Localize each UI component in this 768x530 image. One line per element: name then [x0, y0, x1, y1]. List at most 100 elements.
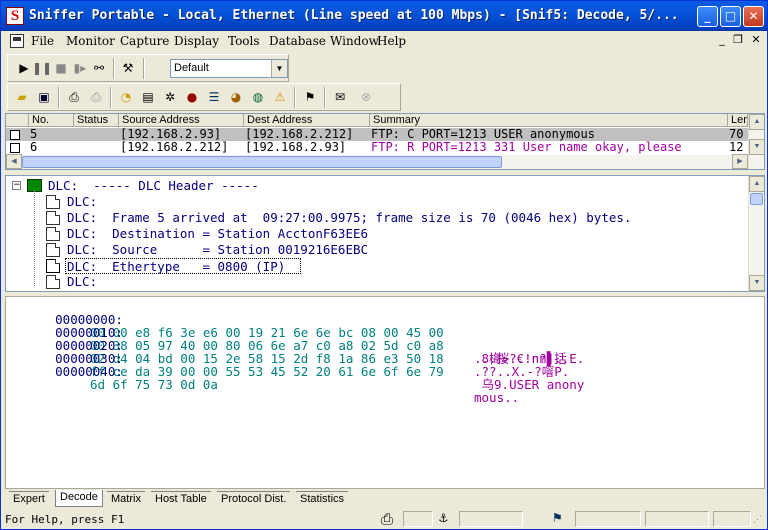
- menu-file[interactable]: File: [31, 34, 54, 48]
- close-button[interactable]: ✕: [743, 6, 764, 27]
- menu-tools[interactable]: Tools: [228, 34, 260, 48]
- sniffer-app-icon[interactable]: S: [6, 7, 24, 25]
- status-panel: [645, 511, 709, 527]
- hex-selection-highlight: [376, 300, 416, 313]
- col-dest-header[interactable]: Dest Address: [244, 114, 370, 127]
- tab-expert[interactable]: Expert: [9, 491, 49, 507]
- save-icon[interactable]: ▣: [34, 88, 54, 107]
- row-checkbox[interactable]: [10, 130, 20, 140]
- hex-row[interactable]: 00000010: 00 38 05 97 40 00 80 06 6e a7 …: [10, 313, 567, 365]
- menu-capture[interactable]: Capture: [120, 34, 169, 48]
- mdi-close-icon[interactable]: ✕: [748, 33, 764, 47]
- decode-tree-pane: − DLC: ----- DLC Header ----- DLC: DLC: …: [5, 175, 765, 292]
- page-icon: [46, 227, 60, 241]
- capture-toolbar: ▶ ❚❚ ■ ▮▸ ⚯ ⚒ Default ▼: [7, 54, 289, 82]
- hex-row[interactable]: 00000000: 00 00 e8 f6 3e e6 00 19 21 6e …: [10, 300, 584, 365]
- tab-host-table[interactable]: Host Table: [151, 491, 211, 507]
- filter-profile-select[interactable]: Default ▼: [170, 59, 288, 78]
- decode-line[interactable]: DLC:: [67, 274, 97, 290]
- decode-line-selected[interactable]: DLC: Ethertype = 0800 (IP): [65, 258, 301, 274]
- menu-bar: File Monitor Capture Display Tools Datab…: [1, 31, 767, 51]
- pause-capture-icon[interactable]: ❚❚: [32, 59, 52, 78]
- application-response-icon[interactable]: ☰: [204, 88, 224, 107]
- decode-vscrollbar[interactable]: ▲ ▼: [748, 176, 764, 291]
- maximize-button[interactable]: □: [720, 6, 741, 27]
- packet-row[interactable]: 5 [192.168.2.93] [192.168.2.212] FTP: C …: [6, 128, 748, 141]
- hscroll-thumb[interactable]: [22, 156, 502, 168]
- page-icon: [46, 243, 60, 257]
- scroll-up-icon[interactable]: ▲: [749, 114, 764, 130]
- host-table-icon[interactable]: ▤: [138, 88, 158, 107]
- binoculars-icon[interactable]: ⚯: [89, 59, 109, 78]
- row-checkbox[interactable]: [10, 143, 20, 153]
- scroll-up-icon[interactable]: ▲: [749, 176, 764, 192]
- packet-list-pane: No. Status Source Address Dest Address S…: [5, 113, 765, 170]
- tab-protocol-dist[interactable]: Protocol Dist.: [217, 491, 291, 507]
- menu-window[interactable]: Window: [330, 34, 379, 48]
- hex-row[interactable]: 00000040: 6d 6f 75 73 0d 0a mous..: [10, 352, 519, 404]
- col-no-header[interactable]: No.: [29, 114, 74, 127]
- mdi-restore-icon[interactable]: ❐: [730, 33, 746, 47]
- packet-summary: FTP: C PORT=1213 USER anonymous: [371, 128, 595, 141]
- protocol-distribution-icon[interactable]: ◍: [248, 88, 268, 107]
- menu-display[interactable]: Display: [174, 34, 219, 48]
- address-book-icon[interactable]: ✉: [330, 88, 350, 107]
- status-panel: [713, 511, 751, 527]
- alarm-log-icon[interactable]: ⚠: [270, 88, 290, 107]
- open-folder-icon[interactable]: ▰: [12, 88, 32, 107]
- hex-ascii: mous..: [474, 390, 520, 405]
- document-window-icon[interactable]: [10, 34, 24, 48]
- tab-matrix[interactable]: Matrix: [107, 491, 145, 507]
- history-samples-icon[interactable]: ◕: [226, 88, 246, 107]
- stop-capture-icon[interactable]: ■: [51, 59, 71, 78]
- collapse-node-icon[interactable]: −: [12, 181, 21, 190]
- start-capture-icon[interactable]: ▶: [14, 59, 34, 78]
- decode-line[interactable]: DLC: Frame 5 arrived at 09:27:00.9975; f…: [67, 210, 631, 226]
- window-title: Sniffer Portable - Local, Ethernet (Line…: [29, 8, 679, 23]
- decode-line[interactable]: DLC: Source = Station 0019216E6EBC: [67, 242, 368, 258]
- decode-line[interactable]: DLC:: [67, 194, 97, 210]
- menu-help[interactable]: Help: [377, 34, 406, 48]
- col-select-header[interactable]: [6, 114, 29, 127]
- packet-list-hscrollbar[interactable]: ◀ ▶: [6, 154, 748, 169]
- matrix-icon[interactable]: ✲: [160, 88, 180, 107]
- status-panel: [403, 511, 433, 527]
- decode-line[interactable]: DLC: Destination = Station AcctonF63EE6: [67, 226, 368, 242]
- col-summary-header[interactable]: Summary: [370, 114, 728, 127]
- scroll-down-icon[interactable]: ▼: [749, 139, 764, 155]
- menu-database[interactable]: Database: [269, 34, 326, 48]
- hex-dump-pane: 00000000: 00 00 e8 f6 3e e6 00 19 21 6e …: [5, 296, 765, 489]
- vscroll-thumb[interactable]: [750, 193, 763, 205]
- page-icon: [46, 211, 60, 225]
- dlc-header-node[interactable]: DLC: ----- DLC Header -----: [48, 178, 259, 194]
- col-source-header[interactable]: Source Address: [119, 114, 244, 127]
- title-bar[interactable]: S Sniffer Portable - Local, Ethernet (Li…: [1, 1, 767, 31]
- packet-list-vscrollbar[interactable]: ▲ ▼: [748, 114, 764, 169]
- printer-icon: ⎙: [381, 510, 394, 528]
- define-filter-icon[interactable]: ⚒: [118, 59, 138, 78]
- packet-row[interactable]: 6 [192.168.2.212] [192.168.2.93] FTP: R …: [6, 141, 748, 154]
- scroll-left-icon[interactable]: ◀: [6, 154, 22, 169]
- menu-monitor[interactable]: Monitor: [66, 34, 115, 48]
- define-filter-2-icon[interactable]: ⚑: [300, 88, 320, 107]
- scroll-right-icon[interactable]: ▶: [732, 154, 748, 169]
- dashboard-icon[interactable]: ◔: [116, 88, 136, 107]
- print-icon[interactable]: ⎙: [64, 88, 84, 107]
- art-icon[interactable]: ●: [182, 88, 202, 107]
- col-status-header[interactable]: Status: [74, 114, 119, 127]
- stop-and-display-icon[interactable]: ▮▸: [70, 59, 90, 78]
- print-preview-icon[interactable]: ⎙: [86, 88, 106, 107]
- minimize-button[interactable]: _: [697, 6, 718, 27]
- col-len-header[interactable]: Len: [728, 114, 748, 127]
- tab-statistics[interactable]: Statistics: [296, 491, 349, 507]
- hex-row[interactable]: 00000030: ff ce da 39 00 00 55 53 45 52 …: [10, 339, 584, 391]
- chevron-down-icon[interactable]: ▼: [271, 60, 287, 77]
- capture-status-icon: ⚓: [439, 510, 448, 526]
- scroll-down-icon[interactable]: ▼: [749, 275, 764, 291]
- mdi-minimize-icon[interactable]: _: [714, 33, 730, 47]
- packet-summary: FTP: R PORT=1213 331 User name okay, ple…: [371, 141, 682, 154]
- disabled-tool-icon[interactable]: ⊗: [356, 88, 376, 107]
- resize-grip-icon[interactable]: ⋰: [753, 515, 762, 525]
- tab-decode[interactable]: Decode: [55, 490, 103, 507]
- hex-row[interactable]: 00000020: 02 d4 04 bd 00 15 2e 58 15 2d …: [10, 326, 569, 378]
